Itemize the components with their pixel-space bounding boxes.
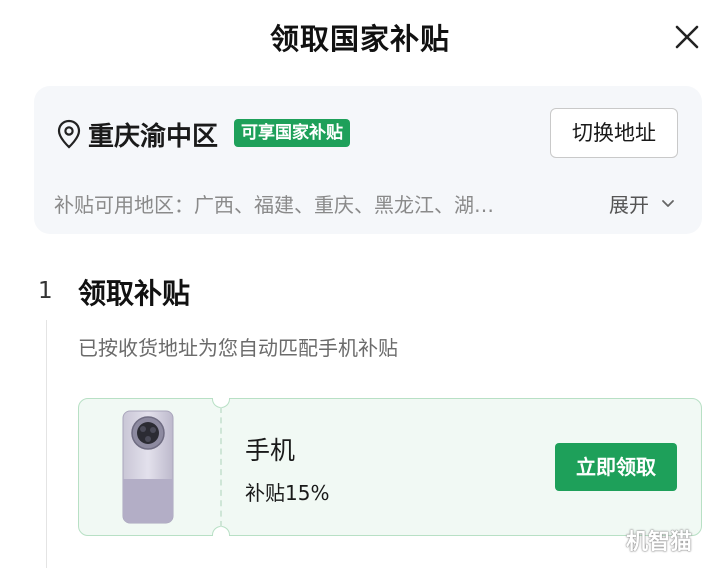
claim-now-button[interactable]: 立即领取 [555,443,677,491]
address-card: 重庆渝中区 可享国家补贴 切换地址 补贴可用地区：广西、福建、重庆、黑龙江、湖…… [34,86,702,234]
step-number: 1 [38,278,53,304]
chevron-down-icon[interactable] [661,199,675,209]
subsidy-eligible-badge: 可享国家补贴 [234,119,350,147]
product-name: 手机 [245,436,296,465]
coupon-divider [220,407,222,527]
close-button[interactable] [670,20,704,54]
close-icon [675,25,699,49]
dialog-title: 领取国家补贴 [269,22,450,56]
dialog-header: 领取国家补贴 [0,0,720,72]
step-description: 已按收货地址为您自动匹配手机补贴 [78,336,398,360]
step-title: 领取补贴 [78,277,191,310]
step-connector-line [46,320,47,568]
watermark: 机智猫 [626,530,693,555]
subsidy-rate: 补贴15% [245,481,330,505]
phone-image [122,410,174,524]
switch-address-button[interactable]: 切换地址 [550,108,678,158]
available-regions-text: 补贴可用地区：广西、福建、重庆、黑龙江、湖… [54,193,494,217]
location-pin-icon [57,119,81,149]
expand-regions-button[interactable]: 展开 [609,189,649,218]
coupon-notch-bottom [212,526,230,536]
address-city: 重庆渝中区 [88,122,219,152]
subsidy-coupon: 手机 补贴15% 立即领取 [78,398,702,536]
